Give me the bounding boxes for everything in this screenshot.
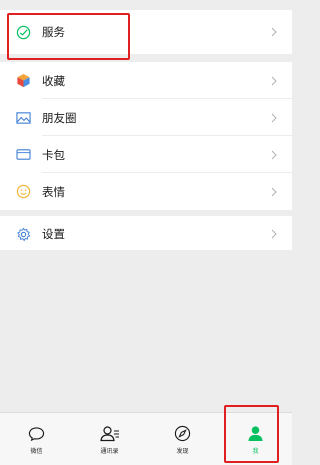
chevron-right-icon: [271, 113, 277, 122]
services-icon: [15, 24, 31, 40]
chevron-right-icon: [271, 27, 277, 37]
settings-label: 设置: [42, 227, 65, 241]
favorites-icon: [15, 73, 31, 89]
moments-icon: [15, 110, 31, 126]
favorites-label: 收藏: [42, 73, 65, 88]
bottom-tab-bar: 微信 通讯录 发现 我: [0, 412, 292, 465]
smiley-icon: [15, 184, 31, 200]
menu-item-settings[interactable]: 设置: [0, 216, 292, 252]
services-group: 服务: [0, 10, 292, 54]
compass-icon: [173, 424, 193, 444]
me-screen: 服务 收藏 朋友圈 卡包 表情 设置 微信 通讯录 发现 我: [0, 0, 292, 465]
tab-chats[interactable]: 微信: [0, 413, 73, 465]
gear-icon: [15, 226, 31, 242]
tab-discover-label: 发现: [176, 447, 189, 455]
menu-item-cards[interactable]: 卡包: [0, 136, 292, 173]
chevron-right-icon: [271, 150, 277, 159]
main-group: 收藏 朋友圈 卡包 表情: [0, 62, 292, 210]
tab-chats-label: 微信: [30, 447, 43, 455]
chevron-right-icon: [271, 229, 277, 239]
menu-item-favorites[interactable]: 收藏: [0, 62, 292, 99]
gap-1: [0, 54, 292, 62]
settings-group: 设置: [0, 216, 292, 252]
chevron-right-icon: [271, 187, 277, 196]
menu-item-stickers[interactable]: 表情: [0, 173, 292, 210]
tab-discover[interactable]: 发现: [146, 413, 219, 465]
moments-label: 朋友圈: [42, 110, 77, 125]
tab-contacts-label: 通讯录: [100, 447, 119, 455]
contacts-icon: [99, 424, 120, 444]
tab-me[interactable]: 我: [219, 413, 292, 465]
cards-label: 卡包: [42, 147, 65, 162]
stickers-label: 表情: [42, 184, 65, 199]
menu-item-moments[interactable]: 朋友圈: [0, 99, 292, 136]
tab-contacts[interactable]: 通讯录: [73, 413, 146, 465]
chevron-right-icon: [271, 76, 277, 85]
person-icon: [246, 424, 266, 444]
services-label: 服务: [42, 25, 65, 39]
empty-area: [0, 250, 292, 413]
tab-me-label: 我: [252, 447, 259, 455]
wallet-icon: [15, 147, 31, 163]
top-gap: [0, 0, 292, 10]
chat-bubble-icon: [27, 424, 47, 444]
menu-item-services[interactable]: 服务: [0, 10, 292, 54]
